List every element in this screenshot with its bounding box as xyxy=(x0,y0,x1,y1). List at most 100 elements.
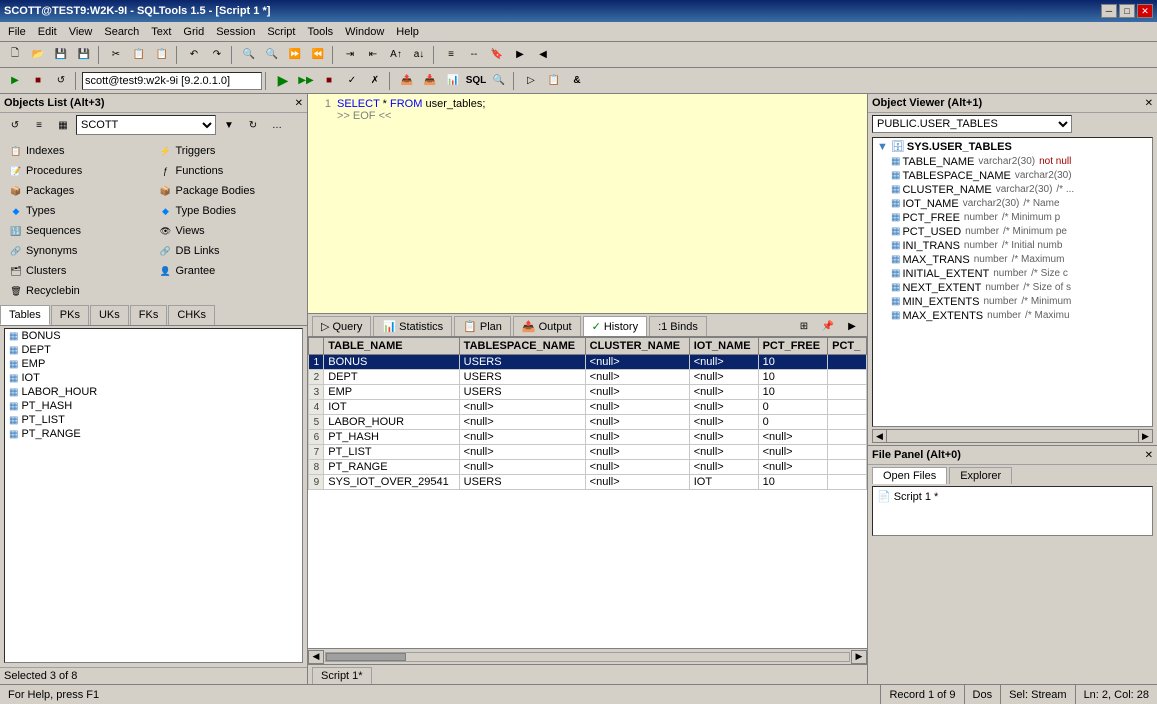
packages-button[interactable]: 📦 Packages xyxy=(4,181,154,201)
tree-col-cluster[interactable]: ▦ CLUSTER_NAME varchar2(30) /* ... xyxy=(889,183,1152,197)
types-button[interactable]: ◆ Types xyxy=(4,201,154,221)
list-item-bonus[interactable]: ▦ BONUS xyxy=(5,329,302,343)
table-row[interactable]: 9 SYS_IOT_OVER_29541 USERS <null> IOT 10 xyxy=(309,475,867,490)
import-button[interactable]: 📥 xyxy=(419,71,441,91)
bookmark-prev-button[interactable]: ◀ xyxy=(532,45,554,65)
ampersand-button[interactable]: & xyxy=(566,71,588,91)
tree-col-max-extents[interactable]: ▦ MAX_EXTENTS number /* Maximu xyxy=(889,309,1152,323)
stop-button[interactable]: ■ xyxy=(318,71,340,91)
results-grid-wrapper[interactable]: TABLE_NAME TABLESPACE_NAME CLUSTER_NAME … xyxy=(308,337,867,648)
connection-display[interactable] xyxy=(82,72,262,90)
tree-scroll-right[interactable]: ▶ xyxy=(1138,430,1152,442)
recyclebin-button[interactable]: 🗑 Recyclebin xyxy=(4,281,154,301)
redo-button[interactable]: ↷ xyxy=(206,45,228,65)
menu-window[interactable]: Window xyxy=(339,24,390,40)
list-item-emp[interactable]: ▦ EMP xyxy=(5,357,302,371)
tree-col-tablespace[interactable]: ▦ TABLESPACE_NAME varchar2(30) xyxy=(889,169,1152,183)
maximize-button[interactable]: □ xyxy=(1119,4,1135,18)
tab-uks[interactable]: UKs xyxy=(90,305,129,325)
menu-text[interactable]: Text xyxy=(145,24,177,40)
tab-tables[interactable]: Tables xyxy=(0,305,50,325)
pin-button[interactable]: 📌 xyxy=(817,316,839,336)
col-header-iot[interactable]: IOT_NAME xyxy=(689,338,758,355)
indent-button[interactable]: ⇥ xyxy=(339,45,361,65)
package-bodies-button[interactable]: 📦 Package Bodies xyxy=(154,181,304,201)
tree-col-min-extents[interactable]: ▦ MIN_EXTENTS number /* Minimum xyxy=(889,295,1152,309)
find-prev-button[interactable]: ⏪ xyxy=(307,45,329,65)
commit-button[interactable]: ✓ xyxy=(341,71,363,91)
col-header-table-name[interactable]: TABLE_NAME xyxy=(324,338,459,355)
new-file-button[interactable]: 🗋 xyxy=(4,45,26,65)
minimize-button[interactable]: ─ xyxy=(1101,4,1117,18)
tab-query[interactable]: ▷ Query xyxy=(312,316,371,336)
menu-help[interactable]: Help xyxy=(390,24,425,40)
col-header-tablespace[interactable]: TABLESPACE_NAME xyxy=(459,338,585,355)
horizontal-scrollbar[interactable]: ◀ ▶ xyxy=(308,648,867,664)
clusters-button[interactable]: 🗂 Clusters xyxy=(4,261,154,281)
table-row[interactable]: 8 PT_RANGE <null> <null> <null> <null> xyxy=(309,460,867,475)
table-row[interactable]: 7 PT_LIST <null> <null> <null> <null> xyxy=(309,445,867,460)
object-button[interactable]: 🔍 xyxy=(488,71,510,91)
format-button[interactable]: ≡ xyxy=(440,45,462,65)
bookmark-next-button[interactable]: ▶ xyxy=(509,45,531,65)
tree-col-max-trans[interactable]: ▦ MAX_TRANS number /* Maximum xyxy=(889,253,1152,267)
menu-edit[interactable]: Edit xyxy=(32,24,63,40)
scroll-left-button[interactable]: ◀ xyxy=(308,650,324,664)
menu-view[interactable]: View xyxy=(63,24,99,40)
sql-editor[interactable]: 1 SELECT * FROM user_tables; >> EOF << xyxy=(308,94,867,314)
table-list[interactable]: ▦ BONUS ▦ DEPT ▦ EMP ▦ IOT ▦ LABOR_HOUR … xyxy=(4,328,303,663)
lowercase-button[interactable]: a↓ xyxy=(408,45,430,65)
list-item-iot[interactable]: ▦ IOT xyxy=(5,371,302,385)
tree-col-initial-extent[interactable]: ▦ INITIAL_EXTENT number /* Size c xyxy=(889,267,1152,281)
close-button[interactable]: ✕ xyxy=(1137,4,1153,18)
grid-options-button[interactable]: ⊞ xyxy=(793,316,815,336)
object-tree[interactable]: ▼ 🗄 SYS.USER_TABLES ▦ TABLE_NAME varchar… xyxy=(872,137,1153,427)
explain-button[interactable]: 📋 xyxy=(543,71,565,91)
triggers-button[interactable]: ⚡ Triggers xyxy=(154,141,304,161)
menu-grid[interactable]: Grid xyxy=(177,24,210,40)
table-row[interactable]: 4 IOT <null> <null> <null> 0 xyxy=(309,400,867,415)
tab-explorer[interactable]: Explorer xyxy=(949,467,1012,484)
search-button[interactable]: 🔍 xyxy=(238,45,260,65)
object-viewer-selector[interactable]: PUBLIC.USER_TABLES xyxy=(872,115,1072,133)
refresh-objects-button[interactable]: ↺ xyxy=(4,115,26,135)
rollback-button[interactable]: ✗ xyxy=(364,71,386,91)
menu-script[interactable]: Script xyxy=(261,24,301,40)
sql-button[interactable]: SQL xyxy=(465,71,487,91)
tab-statistics[interactable]: 📊 Statistics xyxy=(373,316,452,336)
tab-output[interactable]: 📤 Output xyxy=(513,316,581,336)
list-item-labor-hour[interactable]: ▦ LABOR_HOUR xyxy=(5,385,302,399)
tab-pks[interactable]: PKs xyxy=(51,305,89,325)
list-item-pt-range[interactable]: ▦ PT_RANGE xyxy=(5,427,302,441)
table-row[interactable]: 2 DEPT USERS <null> <null> 10 xyxy=(309,370,867,385)
scrollbar-track[interactable] xyxy=(325,652,850,662)
tree-col-next-extent[interactable]: ▦ NEXT_EXTENT number /* Size of s xyxy=(889,281,1152,295)
editor-content[interactable]: SELECT * FROM user_tables; >> EOF << xyxy=(337,98,485,122)
refresh-schema-button[interactable]: ↻ xyxy=(242,115,264,135)
col-header-pct-free[interactable]: PCT_FREE xyxy=(758,338,828,355)
bookmark-button[interactable]: 🔖 xyxy=(486,45,508,65)
schema-selector[interactable]: SCOTT xyxy=(76,115,216,135)
tab-history[interactable]: ✓ History xyxy=(583,316,647,336)
table-row[interactable]: 6 PT_HASH <null> <null> <null> <null> xyxy=(309,430,867,445)
scroll-right-button[interactable]: ▶ xyxy=(851,650,867,664)
tab-open-files[interactable]: Open Files xyxy=(872,467,947,484)
file-panel-close[interactable]: ✕ xyxy=(1145,450,1153,461)
save-file-button[interactable]: 💾 xyxy=(50,45,72,65)
objects-list-close[interactable]: ✕ xyxy=(295,98,303,109)
tree-col-iot[interactable]: ▦ IOT_NAME varchar2(30) /* Name xyxy=(889,197,1152,211)
list-item-pt-list[interactable]: ▦ PT_LIST xyxy=(5,413,302,427)
schema-dropdown-button[interactable]: ▼ xyxy=(218,115,240,135)
file-item-script1[interactable]: 📄 Script 1 * xyxy=(875,489,1150,504)
uppercase-button[interactable]: A↑ xyxy=(385,45,407,65)
comment-button[interactable]: -- xyxy=(463,45,485,65)
procedures-button[interactable]: 📝 Procedures xyxy=(4,161,154,181)
tree-col-table-name[interactable]: ▦ TABLE_NAME varchar2(30) not null xyxy=(889,155,1152,169)
detail-view-button[interactable]: ▦ xyxy=(52,115,74,135)
object-viewer-close[interactable]: ✕ xyxy=(1145,98,1153,109)
tree-col-pct-used[interactable]: ▦ PCT_USED number /* Minimum pe xyxy=(889,225,1152,239)
sequences-button[interactable]: 🔢 Sequences xyxy=(4,221,154,241)
indexes-button[interactable]: 📋 Indexes xyxy=(4,141,154,161)
menu-search[interactable]: Search xyxy=(98,24,145,40)
more-button[interactable]: ▶ xyxy=(841,316,863,336)
